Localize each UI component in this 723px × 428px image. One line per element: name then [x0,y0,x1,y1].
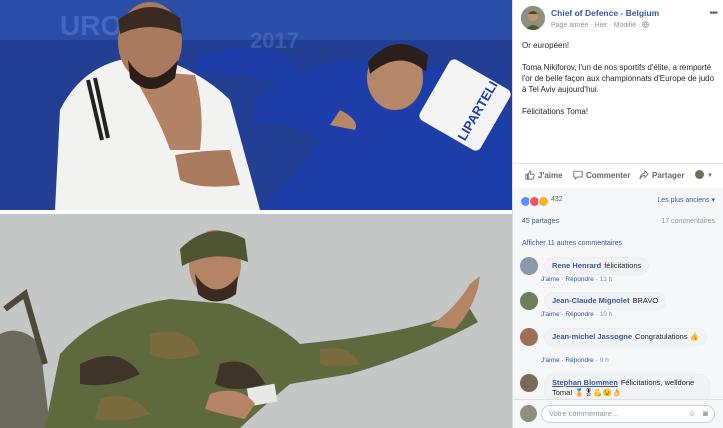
post-text: Or européen! Toma Nikiforov, l'un de nos… [522,40,715,128]
wow-reaction-icon [538,196,549,207]
post-line: Félicitations Toma! [522,107,589,116]
comment-reply-link[interactable]: Répondre [565,276,594,283]
comment-like-link[interactable]: J'aime [541,311,560,318]
judo-photo[interactable]: URO 2017 LIPARTELIANI [0,0,512,210]
post-line: Or européen! [522,41,570,50]
share-label: Partager [652,171,685,180]
comment-reply-link[interactable]: Répondre [565,311,594,318]
comment-text: félicitations [604,261,642,270]
judo-scene: URO 2017 LIPARTELIANI [0,0,512,210]
comment-author[interactable]: Jean-Claude Mignolet [552,296,630,305]
comment-like-link[interactable]: J'aime [541,357,560,364]
avatar[interactable] [520,374,538,392]
avatar[interactable] [520,257,538,275]
comment-author[interactable]: Stephan Blommen [552,378,618,387]
like-button[interactable]: J'aime [525,170,563,180]
comment-reply-link[interactable]: Répondre [565,357,594,364]
shares-count[interactable]: 45 partages [522,218,559,225]
reactions-count[interactable]: 432 [551,196,563,203]
thumbs-up-icon [525,170,535,180]
post-actions: J'aime Commenter Partager ▼ [513,163,723,189]
comment-icon [573,170,583,181]
camera-icon[interactable]: ◙ [703,409,708,418]
page-avatar[interactable] [521,6,545,30]
show-more-comments[interactable]: Afficher 11 autres commentaires [522,240,622,247]
reaction-icons[interactable] [520,196,549,209]
comment-text: BRAVO [632,296,659,305]
post-photos: URO 2017 LIPARTELIANI [0,0,512,428]
avatar[interactable] [520,328,538,346]
comment-time[interactable]: 10 h [600,311,613,318]
comment-author[interactable]: Rene Henrard [552,261,601,270]
share-icon [639,169,649,180]
avatar[interactable] [520,292,538,310]
like-label: J'aime [538,171,563,180]
reaction-summary: 432 Les plus anciens ▾ 45 partages 17 co… [513,188,723,233]
soldier-scene [0,214,512,428]
comment-actions: J'aime · Répondre · 9 h [541,357,609,364]
chevron-down-icon: ▼ [707,173,713,179]
comment-button[interactable]: Commenter [573,170,631,181]
comment-bubble: Jean-Claude Mignolet BRAVO [544,292,667,310]
comment-text: Congratulations 👍 [635,332,700,341]
ellipsis-icon[interactable]: ••• [709,8,717,19]
comment-bubble: Stephan Blommen Félicitations, welldone T… [544,374,710,402]
comment-time[interactable]: 13 h [600,276,613,283]
write-comment-bar: Votre commentaire... ☺ ◙ [513,399,723,428]
share-button[interactable]: Partager [639,169,685,180]
post-panel: Chief of Defence - Belgium Page aimée · … [512,0,723,428]
page-name[interactable]: Chief of Defence - Belgium [551,8,659,18]
comment-actions: J'aime · Répondre · 10 h [541,311,613,318]
comment-bubble: Rene Henrard félicitations [544,257,650,275]
comment-author[interactable]: Jean-michel Jassogne [552,332,632,341]
soldier-photo[interactable] [0,214,512,428]
comments-section: Afficher 11 autres commentaires Rene Hen… [513,233,723,428]
comment-label: Commenter [586,171,631,180]
post-meta-text: Page aimée · Hier · Modifié · [551,22,643,29]
comment-input[interactable]: Votre commentaire... ☺ ◙ [541,405,715,423]
comment-like-link[interactable]: J'aime [541,276,560,283]
comment-actions: J'aime · Répondre · 13 h [541,276,613,283]
emoji-icon[interactable]: ☺ [688,409,696,418]
page-avatar-mini-icon [695,170,704,179]
comment-placeholder: Votre commentaire... [549,409,619,418]
comment-bubble: Jean-michel Jassogne Congratulations 👍 [544,328,708,346]
post-header: Chief of Defence - Belgium Page aimée · … [521,6,718,34]
globe-icon [642,21,650,28]
comment-time[interactable]: 9 h [600,357,609,364]
comments-count[interactable]: 17 commentaires [661,218,715,225]
post-meta: Page aimée · Hier · Modifié · [551,21,650,29]
comment-sort[interactable]: Les plus anciens ▾ [657,196,715,204]
post-line: Toma Nikiforov, l'un de nos sportifs d'é… [522,63,715,94]
share-as-selector[interactable]: ▼ [695,170,713,179]
avatar [520,405,537,422]
svg-text:URO: URO [60,10,122,41]
